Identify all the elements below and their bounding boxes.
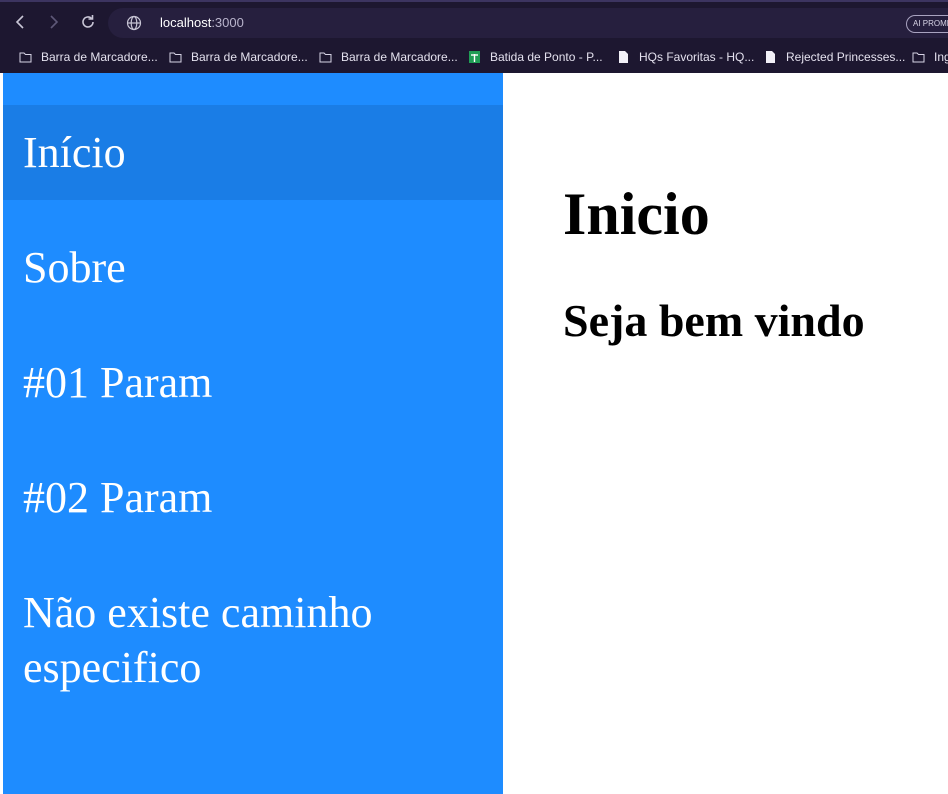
bookmark-label: Rejected Princesses... <box>786 50 906 64</box>
folder-icon <box>319 52 332 63</box>
sidebar-item-sobre[interactable]: Sobre <box>3 220 503 315</box>
bookmark-label: Barra de Marcadore... <box>191 50 308 64</box>
sidebar-item-label: Sobre <box>23 243 126 292</box>
page-title: Inicio <box>563 181 710 247</box>
sidebar-item-label: Não existe caminho especifico <box>23 588 373 692</box>
folder-icon <box>19 52 32 63</box>
bookmark-label: Barra de Marcadore... <box>41 50 158 64</box>
url-port: :3000 <box>211 15 244 30</box>
bookmark-label: HQs Favoritas - HQ... <box>639 50 755 64</box>
folder-icon <box>169 52 182 63</box>
sidebar-item-label: #01 Param <box>23 358 213 407</box>
forward-button[interactable] <box>44 12 64 32</box>
url-text: localhost:3000 <box>160 15 244 30</box>
sidebar-item-label: Início <box>23 128 126 177</box>
document-icon <box>619 51 628 63</box>
reload-icon <box>82 15 94 28</box>
back-button[interactable] <box>10 12 30 32</box>
bookmark-label: Ing <box>934 50 948 64</box>
sidebar-item-label: #02 Param <box>23 473 213 522</box>
browser-chrome: localhost:3000 AI PROMPT Barra de Marcad… <box>0 0 948 73</box>
main-content: Inicio Seja bem vindo <box>503 73 948 794</box>
bookmark-label: Batida de Ponto - P... <box>490 50 603 64</box>
folder-icon <box>912 52 925 63</box>
ai-prompt-badge[interactable]: AI PROMPT <box>906 15 948 33</box>
globe-icon <box>126 15 142 31</box>
url-host: localhost <box>160 15 212 30</box>
sheets-icon <box>469 51 480 63</box>
bookmarks-bar: Barra de Marcadore... Barra de Marcadore… <box>0 44 948 70</box>
sidebar-item-param-02[interactable]: #02 Param <box>3 450 503 545</box>
chevron-left-icon <box>15 15 24 29</box>
address-bar[interactable]: localhost:3000 <box>108 8 948 38</box>
sidebar-nav: Início Sobre #01 Param #02 Param Não exi… <box>3 73 503 794</box>
page-subtitle: Seja bem vindo <box>563 295 865 346</box>
chevron-right-icon <box>50 15 59 29</box>
bookmark-label: Barra de Marcadore... <box>341 50 458 64</box>
sidebar-item-param-01[interactable]: #01 Param <box>3 335 503 430</box>
sidebar-item-inicio[interactable]: Início <box>3 105 503 200</box>
document-icon <box>766 51 775 63</box>
reload-button[interactable] <box>78 12 98 32</box>
sidebar-item-not-found[interactable]: Não existe caminho especifico <box>3 565 503 705</box>
